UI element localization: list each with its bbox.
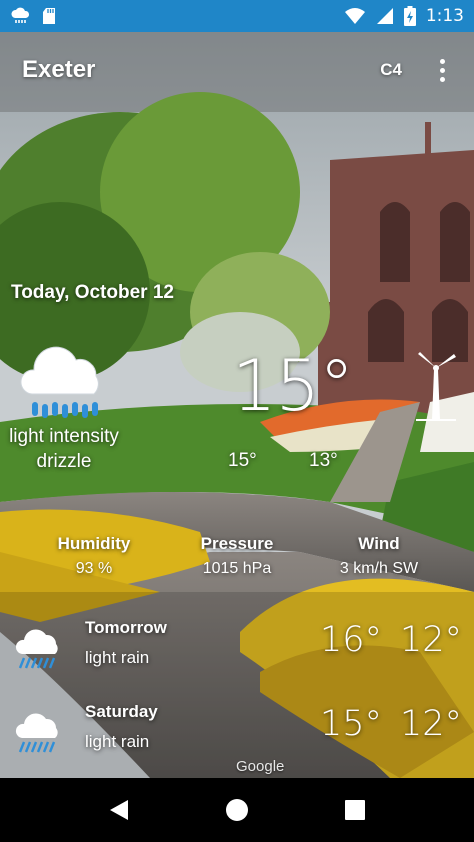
- pressure-label: Pressure: [200, 534, 274, 553]
- sd-card-icon: [43, 8, 55, 24]
- humidity-label: Humidity: [57, 534, 131, 553]
- app-bar: Exeter C4: [0, 32, 474, 108]
- unit-toggle-button[interactable]: C4: [380, 60, 402, 80]
- recents-icon: [345, 800, 365, 820]
- forecast-day: Saturday: [85, 702, 158, 721]
- status-time: 1:13: [425, 6, 464, 26]
- current-high: 15°: [228, 450, 257, 471]
- forecast-low: 12°: [400, 620, 463, 660]
- wind-label: Wind: [358, 534, 400, 553]
- navigation-bar: [0, 778, 474, 842]
- wind-value: 3 km/h SW: [339, 560, 419, 577]
- forecast-description: light rain: [85, 648, 150, 667]
- humidity-value: 93 %: [75, 560, 113, 577]
- current-condition: light intensity drizzle: [9, 426, 119, 472]
- pressure-value: 1015 hPa: [202, 560, 272, 577]
- home-icon: [226, 799, 248, 821]
- humidity-stat: Humidity 93 %: [14, 534, 174, 578]
- forecast-day: Tomorrow: [85, 618, 167, 637]
- back-icon: [110, 800, 128, 820]
- pressure-stat: Pressure 1015 hPa: [157, 534, 317, 578]
- forecast-description: light rain: [85, 732, 150, 751]
- forecast-high: 15°: [320, 704, 383, 744]
- wifi-icon: [344, 8, 365, 24]
- overflow-menu-icon[interactable]: [432, 55, 452, 85]
- current-temperature: 15°: [232, 345, 354, 427]
- signal-icon: [376, 8, 393, 24]
- home-button[interactable]: [217, 790, 257, 830]
- wind-stat: Wind 3 km/h SW: [299, 534, 459, 578]
- forecast-row[interactable]: Tomorrow light rain 16° 12°: [0, 618, 474, 688]
- weather-cloud-icon: [11, 7, 30, 23]
- google-attribution: Google: [236, 758, 285, 775]
- forecast-low: 12°: [400, 704, 463, 744]
- rain-cloud-icon: [15, 713, 58, 753]
- rain-cloud-icon: [15, 629, 58, 669]
- forecast-high: 16°: [320, 620, 383, 660]
- wind-turbine-icon: [416, 352, 456, 421]
- current-date: Today, October 12: [11, 282, 174, 303]
- drizzle-cloud-icon: [20, 346, 99, 418]
- city-name[interactable]: Exeter: [22, 56, 95, 84]
- battery-charging-icon: [403, 6, 416, 26]
- back-button[interactable]: [99, 790, 139, 830]
- status-bar: 1:13: [0, 0, 474, 32]
- current-low: 13°: [309, 450, 338, 471]
- recents-button[interactable]: [335, 790, 375, 830]
